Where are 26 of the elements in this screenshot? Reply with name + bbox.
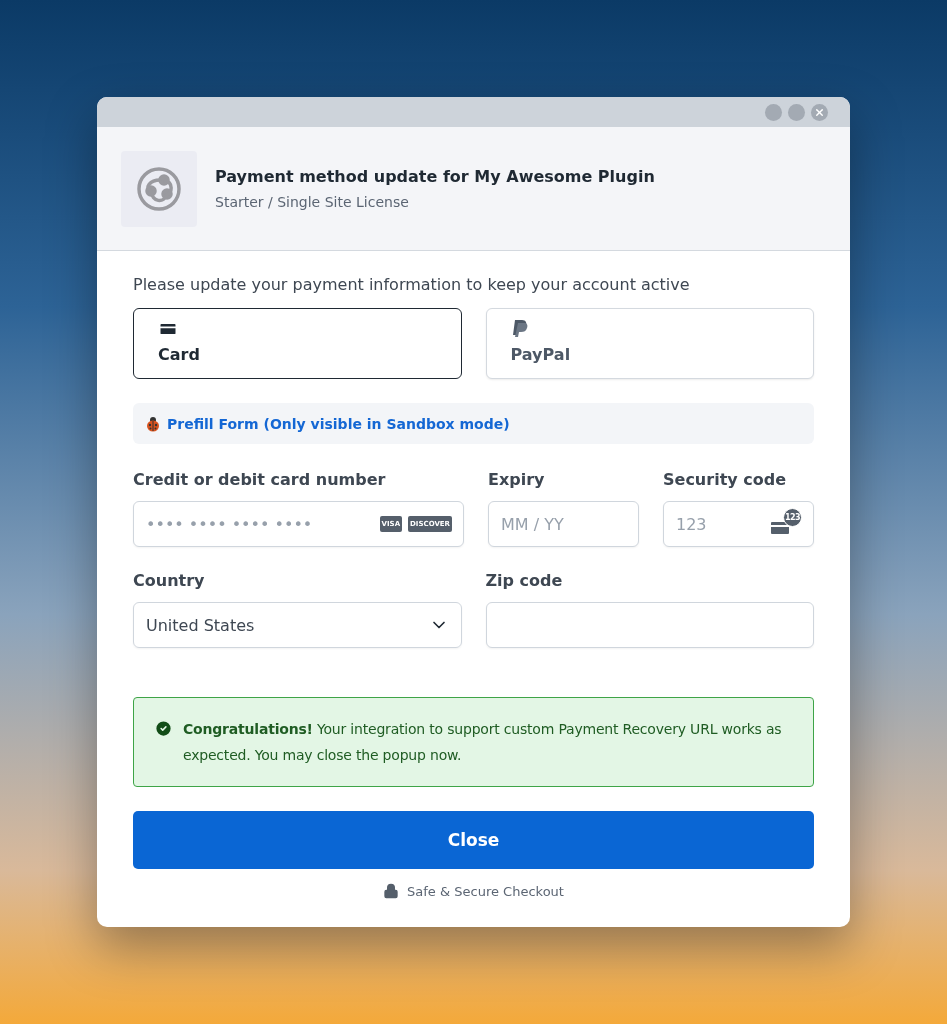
intro-text: Please update your payment information to keep your account active (133, 275, 691, 294)
country-select[interactable]: United States (133, 602, 462, 648)
close-icon (814, 106, 825, 118)
close-button[interactable]: Close (133, 811, 814, 869)
payment-method-tab[interactable]: PayPal (485, 308, 814, 379)
expiry-field[interactable]: MM / YY (488, 501, 639, 547)
check-circle-icon (154, 719, 173, 738)
paypal-icon (510, 319, 529, 339)
field-label: Zip code (485, 571, 564, 590)
secure-checkout-text: Safe & Secure Checkout (407, 883, 564, 899)
payment-method-tab[interactable]: Card (133, 308, 462, 379)
logo-icon (136, 165, 182, 212)
ladybug-icon (145, 415, 161, 432)
prefill-link[interactable]: Prefill Form (Only visible in Sandbox mode) (167, 415, 510, 432)
header-subtitle: Starter / Single Site License (215, 194, 410, 210)
header-title: Payment method update for My Awesome Plugin (215, 167, 655, 186)
field-label: Credit or debit card number (133, 470, 387, 489)
zip-code-field[interactable] (485, 602, 814, 648)
maximize-button[interactable] (788, 103, 805, 121)
lock-icon (383, 883, 400, 899)
close-button[interactable] (811, 103, 828, 121)
field-label: Country (133, 571, 206, 590)
field-label: Security code (663, 470, 788, 489)
minimize-button[interactable] (765, 103, 782, 121)
field-label: Expiry (488, 470, 546, 489)
alert-message: Congratulations! Your integration to support custom Payment Recovery URL works as expected. You may close the popup now. (183, 720, 783, 765)
